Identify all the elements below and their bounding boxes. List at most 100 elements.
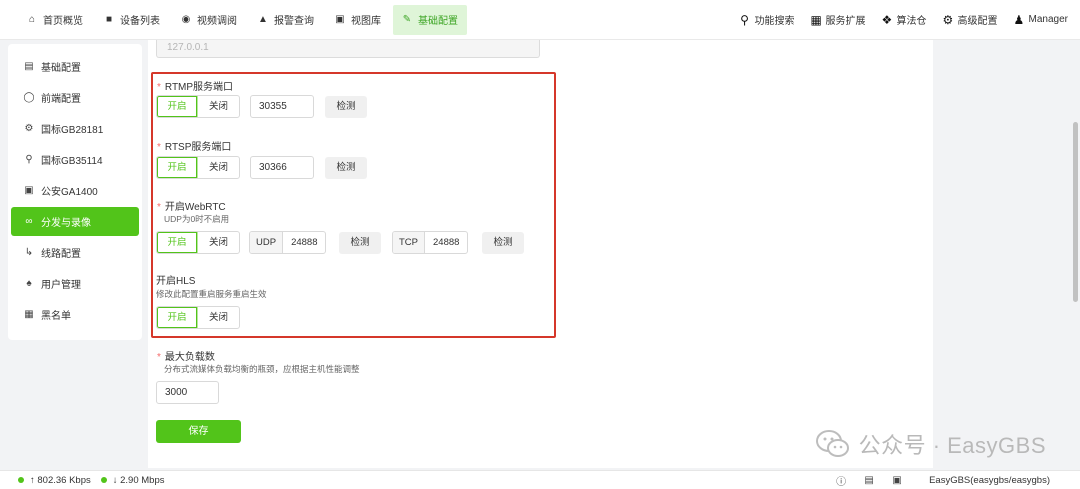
- tcp-addon: TCP: [393, 232, 425, 253]
- rtmp-toggle-on[interactable]: 开启: [157, 96, 198, 117]
- sidebar-item-distribution[interactable]: ∞ 分发与录像: [11, 207, 139, 236]
- udp-check-button[interactable]: 检测: [339, 232, 381, 254]
- globe-icon: ◯: [23, 92, 35, 103]
- nav-user-label: Manager: [1028, 14, 1068, 25]
- nav-view-library[interactable]: ▣ 视图库: [326, 5, 390, 35]
- webrtc-toggle[interactable]: 开启 关闭: [156, 231, 240, 254]
- webrtc-label: * 开启WebRTC: [157, 198, 226, 213]
- nav-user[interactable]: ♟ Manager: [1006, 5, 1076, 35]
- nav-video-label: 视频调阅: [197, 16, 237, 27]
- sidebar-item-label: 国标GB35114: [41, 156, 103, 167]
- rtmp-toggle-off[interactable]: 关闭: [198, 96, 239, 117]
- sidebar-item-label: 分发与录像: [41, 218, 91, 229]
- nav-service-ext[interactable]: ▦ 服务扩展: [803, 5, 874, 35]
- picture-icon: ▣: [24, 185, 34, 196]
- nav-right-group: ⚲ 功能搜索 ▦ 服务扩展 ❖ 算法仓 ⚙ 高级配置 ♟ Manager: [732, 5, 1080, 35]
- nav-advanced[interactable]: ⚙ 高级配置: [935, 5, 1006, 35]
- nav-alarm-label: 报警查询: [274, 16, 314, 27]
- download-rate-text: ↓ 2.90 Mbps: [112, 474, 165, 486]
- rtsp-toggle[interactable]: 开启 关闭: [156, 156, 240, 179]
- save-button[interactable]: 保存: [156, 420, 241, 443]
- rtmp-toggle[interactable]: 开启 关闭: [156, 95, 240, 118]
- camera-icon: ■: [105, 14, 113, 25]
- download-rate: ↓ 2.90 Mbps: [100, 474, 165, 486]
- sidebar-item-label: 基础配置: [41, 63, 81, 74]
- sidebar-item-label: 国标GB28181: [41, 125, 104, 136]
- max-load-input[interactable]: 3000: [156, 381, 219, 404]
- wechat-watermark: 公众号 · EasyGBS: [815, 428, 1046, 460]
- rtsp-toggle-off[interactable]: 关闭: [198, 157, 239, 178]
- ip-address-field[interactable]: 127.0.0.1: [156, 40, 540, 58]
- rtsp-port-label: * RTSP服务端口: [157, 138, 231, 153]
- page-scrollbar[interactable]: [1072, 46, 1078, 466]
- rtsp-toggle-on[interactable]: 开启: [157, 157, 198, 178]
- grid-icon: ▦: [810, 12, 822, 27]
- scroll-thumb[interactable]: [1073, 122, 1078, 302]
- webrtc-tcp-input[interactable]: TCP 24888: [392, 231, 469, 254]
- rtmp-check-button[interactable]: 检测: [325, 96, 367, 118]
- route-icon: ↳: [24, 247, 34, 258]
- max-load-hint: 分布式流媒体负载均衡的瓶颈，应根据主机性能调整: [164, 364, 360, 374]
- image-add-icon[interactable]: ▣: [891, 475, 903, 486]
- nav-algorithm[interactable]: ❖ 算法仓: [874, 5, 935, 35]
- rtmp-port-label-text: RTMP服务端口: [164, 82, 234, 93]
- key-icon: ⚲: [25, 154, 33, 165]
- max-load-label: * 最大负载数: [157, 348, 215, 363]
- hls-toggle[interactable]: 开启 关闭: [156, 306, 240, 329]
- nav-service-ext-label: 服务扩展: [825, 16, 866, 27]
- sidebar-item-users[interactable]: ♠ 用户管理: [11, 269, 139, 298]
- rtsp-port-label-text: RTSP服务端口: [164, 142, 232, 153]
- sidebar-item-label: 黑名单: [41, 311, 71, 322]
- status-dot: [18, 477, 24, 483]
- status-right-group: ⓘ ▤ ▣ EasyGBS(easygbs/easygbs): [835, 473, 1080, 488]
- sidebar-item-routes[interactable]: ↳ 线路配置: [11, 238, 139, 267]
- search-icon: ⚲: [740, 12, 749, 27]
- hls-label: 开启HLS: [156, 276, 196, 287]
- rtmp-port-input[interactable]: 30355: [250, 95, 314, 118]
- hls-toggle-off[interactable]: 关闭: [198, 307, 239, 328]
- nav-home[interactable]: ⌂ 首页概览: [18, 5, 92, 35]
- nav-basic-config-label: 基础配置: [418, 16, 458, 27]
- upload-rate: ↑ 802.36 Kbps: [18, 475, 91, 486]
- nav-devices-label: 设备列表: [120, 16, 160, 27]
- document-icon[interactable]: ▤: [863, 475, 875, 486]
- nav-left-group: ⌂ 首页概览 ■ 设备列表 ◉ 视频调阅 ▲ 报警查询 ▣ 视图库 ✎ 基础配置: [0, 4, 470, 35]
- nav-basic-config[interactable]: ✎ 基础配置: [393, 4, 467, 35]
- sidebar-item-basic[interactable]: ▤ 基础配置: [11, 52, 139, 81]
- list-icon: ▤: [24, 61, 34, 72]
- settings-icon: ⚙: [24, 123, 34, 134]
- status-dot: [100, 477, 107, 483]
- hls-toggle-on[interactable]: 开启: [157, 307, 198, 328]
- required-mark: *: [157, 82, 161, 93]
- sidebar-item-gb28181[interactable]: ⚙ 国标GB28181: [11, 114, 139, 143]
- sidebar-item-label: 用户管理: [41, 280, 81, 291]
- user-icon: ♟: [1013, 12, 1025, 27]
- nav-advanced-label: 高级配置: [957, 16, 998, 27]
- nav-devices[interactable]: ■ 设备列表: [95, 5, 169, 35]
- tcp-port-value[interactable]: 24888: [425, 232, 467, 253]
- sidebar-item-label: 公安GA1400: [41, 187, 98, 198]
- wechat-icon: [815, 430, 849, 457]
- upload-rate-text: ↑ 802.36 Kbps: [30, 474, 91, 486]
- rtsp-port-input[interactable]: 30366: [250, 156, 314, 179]
- sidebar-item-gb35114[interactable]: ⚲ 国标GB35114: [11, 145, 139, 174]
- sidebar-item-frontend[interactable]: ◯ 前端配置: [11, 83, 139, 112]
- tcp-check-button[interactable]: 检测: [482, 232, 524, 254]
- sidebar-item-blacklist[interactable]: ▦ 黑名单: [11, 300, 139, 329]
- alarm-icon: ▲: [258, 14, 268, 25]
- max-load-label-text: 最大负载数: [164, 352, 215, 363]
- webrtc-toggle-off[interactable]: 关闭: [198, 232, 239, 253]
- sidebar-item-label: 线路配置: [41, 249, 81, 260]
- nav-alarm[interactable]: ▲ 报警查询: [249, 5, 323, 35]
- rtsp-check-button[interactable]: 检测: [325, 157, 367, 179]
- top-navbar: ⌂ 首页概览 ■ 设备列表 ◉ 视频调阅 ▲ 报警查询 ▣ 视图库 ✎ 基础配置…: [0, 0, 1080, 40]
- nav-video[interactable]: ◉ 视频调阅: [172, 5, 246, 35]
- sidebar-item-ga1400[interactable]: ▣ 公安GA1400: [11, 176, 139, 205]
- edit-icon: ✎: [402, 14, 412, 25]
- webrtc-toggle-on[interactable]: 开启: [157, 232, 198, 253]
- help-icon[interactable]: ⓘ: [835, 473, 847, 488]
- dropbox-icon: ❖: [881, 12, 893, 27]
- udp-port-value[interactable]: 24888: [283, 232, 325, 253]
- nav-feature-search[interactable]: ⚲ 功能搜索: [732, 5, 803, 35]
- webrtc-udp-input[interactable]: UDP 24888: [249, 231, 327, 254]
